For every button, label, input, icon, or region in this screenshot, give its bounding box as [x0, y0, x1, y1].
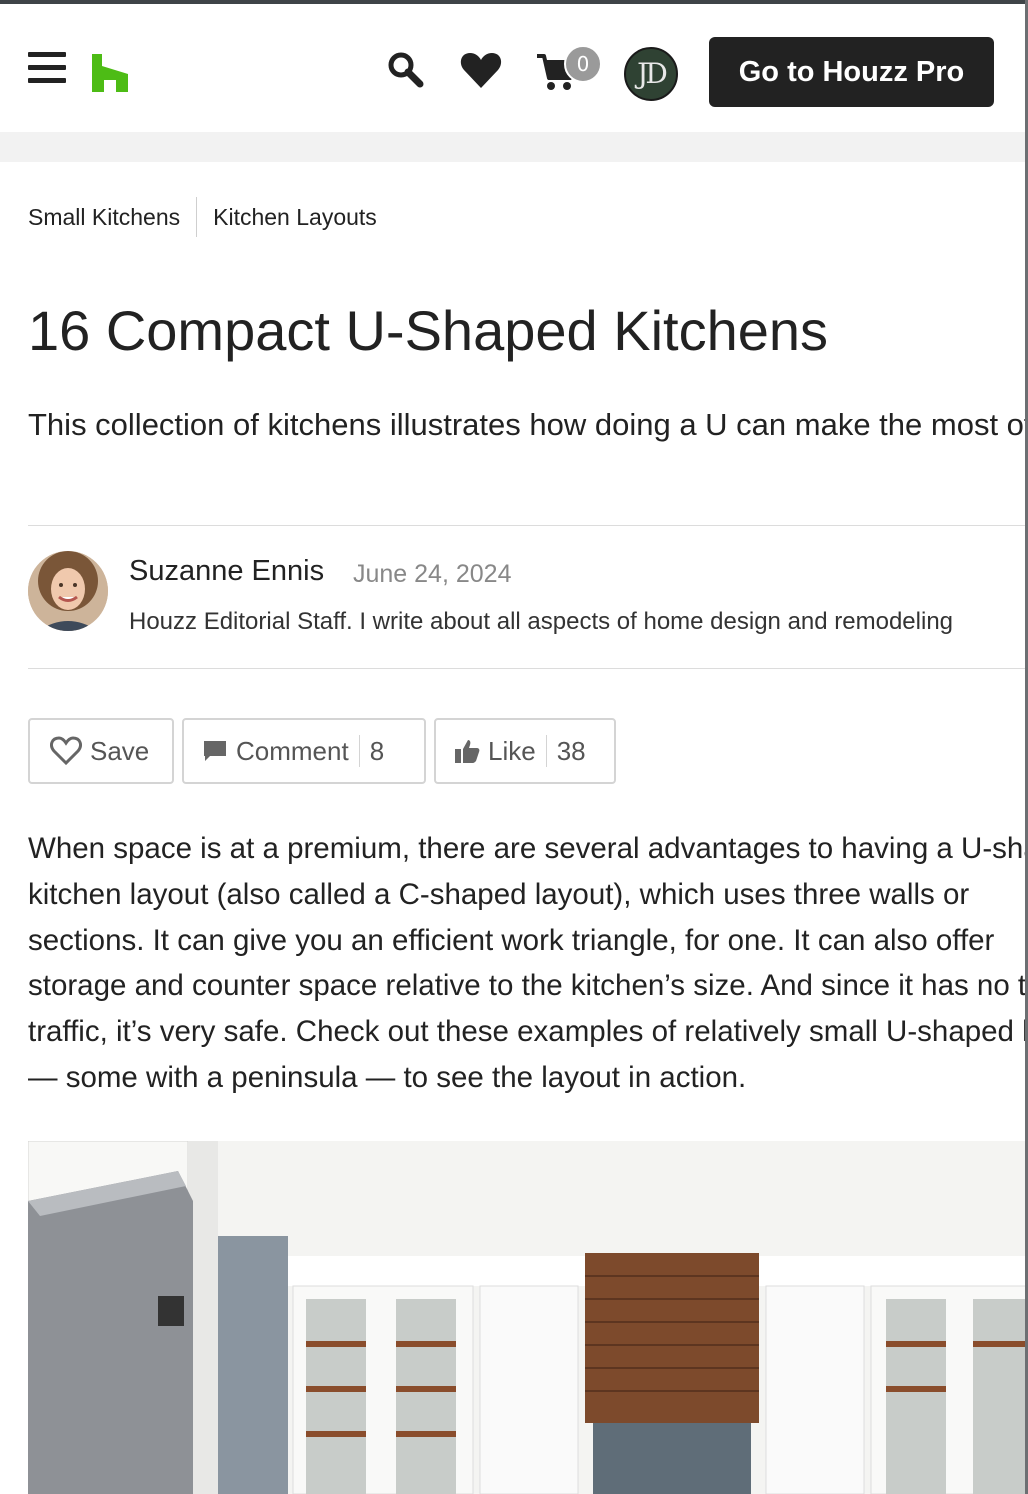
- breadcrumb-divider: [196, 197, 198, 237]
- save-label: Save: [90, 735, 150, 766]
- publish-date: June 24, 2024: [353, 560, 512, 588]
- header-shadow-band: [0, 132, 1028, 162]
- like-label: Like: [488, 735, 536, 766]
- thumbs-up-icon: [454, 738, 480, 764]
- hamburger-menu-icon[interactable]: [28, 52, 68, 88]
- kitchen-photo[interactable]: [28, 1141, 1028, 1494]
- go-to-houzz-pro-button[interactable]: Go to Houzz Pro: [709, 37, 994, 107]
- article-body: When space is at a premium, there are se…: [28, 826, 1028, 1101]
- article-subtitle: This collection of kitchens illustrates …: [28, 407, 1028, 442]
- like-count: 38: [545, 735, 586, 767]
- breadcrumb-kitchen-layouts[interactable]: Kitchen Layouts: [213, 204, 377, 231]
- heart-icon[interactable]: [458, 48, 504, 94]
- houzz-logo-icon[interactable]: [90, 52, 130, 92]
- article-title: 16 Compact U-Shaped Kitchens: [28, 299, 828, 362]
- heart-outline-icon: [50, 736, 82, 766]
- comment-label: Comment: [236, 735, 349, 766]
- body-line: sections. It can give you an efficient w…: [28, 923, 995, 957]
- body-line: storage and counter space relative to th…: [28, 969, 1028, 1003]
- author-avatar[interactable]: [28, 551, 108, 631]
- comment-count: 8: [358, 735, 384, 767]
- comment-button[interactable]: Comment 8: [182, 718, 426, 784]
- comment-icon: [202, 739, 228, 763]
- body-line: kitchen layout (also called a C-shaped l…: [28, 877, 970, 911]
- save-button[interactable]: Save: [28, 718, 174, 784]
- divider: [28, 668, 1028, 669]
- body-line: — some with a peninsula — to see the lay…: [28, 1060, 747, 1094]
- search-icon[interactable]: [384, 48, 430, 94]
- author-name[interactable]: Suzanne Ennis: [129, 555, 324, 588]
- body-line: traffic, it’s very safe. Check out these…: [28, 1015, 1028, 1049]
- author-bio: Houzz Editorial Staff. I write about all…: [129, 608, 954, 635]
- breadcrumb-small-kitchens[interactable]: Small Kitchens: [28, 204, 180, 231]
- cart-count-badge: 0: [564, 45, 602, 83]
- site-header: 0 JD Go to Houzz Pro: [0, 4, 1028, 132]
- body-line: When space is at a premium, there are se…: [28, 832, 1028, 865]
- divider: [28, 525, 1028, 526]
- like-button[interactable]: Like 38: [434, 718, 616, 784]
- breadcrumb: Small Kitchens Kitchen Layouts: [28, 197, 377, 237]
- user-avatar[interactable]: JD: [624, 47, 678, 101]
